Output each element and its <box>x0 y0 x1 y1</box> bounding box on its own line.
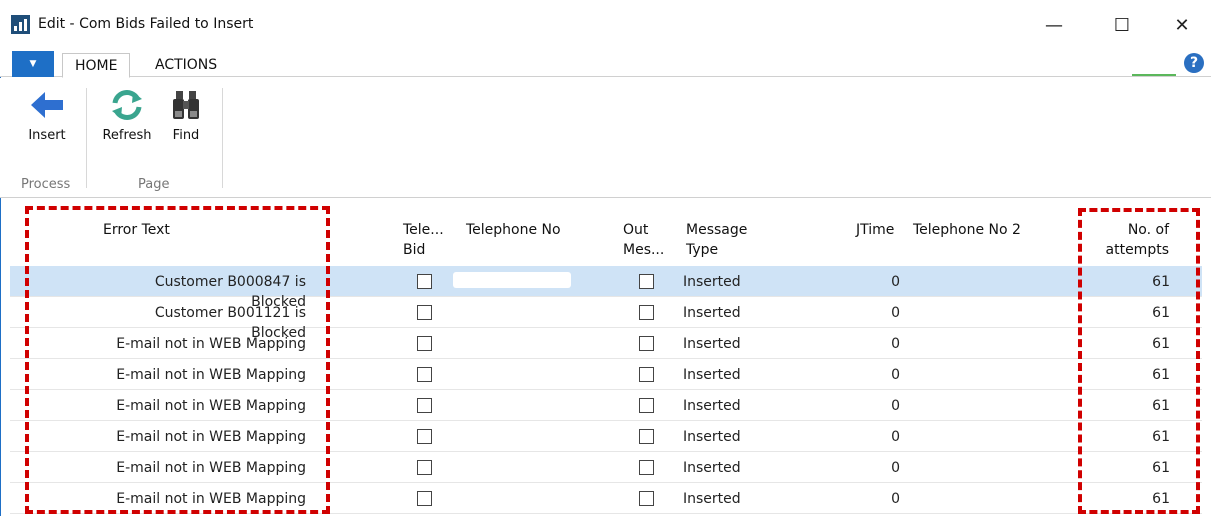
tele-bid-checkbox[interactable] <box>417 336 432 351</box>
out-mes-checkbox[interactable] <box>639 336 654 351</box>
error-text-cell: E-mail not in WEB Mapping <box>116 336 306 352</box>
tab-strip-decoration <box>1132 74 1176 76</box>
tele-bid-checkbox[interactable] <box>417 367 432 382</box>
find-button[interactable]: Find <box>166 88 206 143</box>
refresh-icon <box>107 88 147 122</box>
message-type-cell: Inserted <box>683 305 741 321</box>
find-label: Find <box>172 128 200 143</box>
header-telephone-no-2[interactable]: Telephone No 2 <box>913 220 1021 240</box>
jtime-cell: 0 <box>891 367 900 383</box>
app-icon <box>11 15 30 34</box>
tele-bid-checkbox[interactable] <box>417 429 432 444</box>
ribbon-group-separator <box>222 88 223 188</box>
table-row[interactable]: Customer B001121 is Blocked Inserted 0 6… <box>10 297 1202 341</box>
attempts-cell: 61 <box>1152 336 1170 352</box>
jtime-cell: 0 <box>891 429 900 445</box>
out-mes-checkbox[interactable] <box>639 429 654 444</box>
table-row[interactable]: E-mail not in WEB Mapping Inserted 0 61 <box>10 359 1202 390</box>
jtime-cell: 0 <box>891 336 900 352</box>
group-label-process: Process <box>21 177 71 192</box>
title-bar: Edit - Com Bids Failed to Insert — ☐ ✕ <box>0 0 1211 50</box>
close-button[interactable]: ✕ <box>1160 10 1204 40</box>
error-text-cell: E-mail not in WEB Mapping <box>116 460 306 476</box>
jtime-cell: 0 <box>891 491 900 507</box>
records-grid: Error Text Tele... Bid Telephone No Out … <box>10 212 1202 514</box>
table-row[interactable]: E-mail not in WEB Mapping Inserted 0 61 <box>10 390 1202 421</box>
message-type-cell: Inserted <box>683 460 741 476</box>
table-row[interactable]: E-mail not in WEB Mapping Inserted 0 61 <box>10 421 1202 452</box>
table-row[interactable]: Customer B000847 is Blocked Inserted 0 6… <box>10 266 1202 310</box>
help-icon[interactable]: ? <box>1184 53 1204 73</box>
refresh-label: Refresh <box>102 128 152 143</box>
tele-bid-checkbox[interactable] <box>417 398 432 413</box>
insert-label: Insert <box>28 128 66 143</box>
table-row[interactable]: E-mail not in WEB Mapping Inserted 0 61 <box>10 452 1202 483</box>
ribbon-group-separator <box>86 88 87 188</box>
insert-button[interactable]: Insert <box>22 88 72 143</box>
tab-actions[interactable]: ACTIONS <box>143 53 229 78</box>
tele-bid-checkbox[interactable] <box>417 460 432 475</box>
message-type-cell: Inserted <box>683 336 741 352</box>
attempts-cell: 61 <box>1152 367 1170 383</box>
table-row[interactable]: E-mail not in WEB Mapping Inserted 0 61 <box>10 483 1202 514</box>
refresh-button[interactable]: Refresh <box>96 88 158 143</box>
jtime-cell: 0 <box>891 305 900 321</box>
ribbon: Insert Refresh Find Process Page <box>0 78 1211 198</box>
header-out-mes[interactable]: Out Mes... <box>623 220 664 260</box>
message-type-cell: Inserted <box>683 367 741 383</box>
header-tele-bid[interactable]: Tele... Bid <box>403 220 444 260</box>
vertical-scrollbar[interactable] <box>1202 212 1211 516</box>
out-mes-checkbox[interactable] <box>639 460 654 475</box>
error-text-cell: E-mail not in WEB Mapping <box>116 429 306 445</box>
jtime-cell: 0 <box>891 274 900 290</box>
attempts-cell: 61 <box>1152 429 1170 445</box>
tele-bid-checkbox[interactable] <box>417 274 432 289</box>
header-error-text[interactable]: Error Text <box>103 220 170 240</box>
binoculars-icon <box>166 88 206 122</box>
group-label-page: Page <box>138 177 170 192</box>
attempts-cell: 61 <box>1152 398 1170 414</box>
grid-header: Error Text Tele... Bid Telephone No Out … <box>10 212 1202 266</box>
window-title: Edit - Com Bids Failed to Insert <box>38 16 254 32</box>
tele-bid-checkbox[interactable] <box>417 491 432 506</box>
header-message-type[interactable]: Message Type <box>686 220 754 260</box>
out-mes-checkbox[interactable] <box>639 367 654 382</box>
minimize-button[interactable]: — <box>1032 10 1076 40</box>
out-mes-checkbox[interactable] <box>639 274 654 289</box>
out-mes-checkbox[interactable] <box>639 305 654 320</box>
message-type-cell: Inserted <box>683 274 741 290</box>
tele-bid-checkbox[interactable] <box>417 305 432 320</box>
attempts-cell: 61 <box>1152 491 1170 507</box>
error-text-cell: E-mail not in WEB Mapping <box>116 398 306 414</box>
header-telephone-no[interactable]: Telephone No <box>466 220 561 240</box>
out-mes-checkbox[interactable] <box>639 398 654 413</box>
header-no-of-attempts[interactable]: No. of attempts <box>1103 220 1169 260</box>
menu-dropdown-icon[interactable]: ▼ <box>12 51 54 77</box>
back-arrow-icon <box>27 88 67 122</box>
table-row[interactable]: E-mail not in WEB Mapping Inserted 0 61 <box>10 328 1202 359</box>
error-text-cell: E-mail not in WEB Mapping <box>116 367 306 383</box>
attempts-cell: 61 <box>1152 305 1170 321</box>
message-type-cell: Inserted <box>683 429 741 445</box>
maximize-button[interactable]: ☐ <box>1100 10 1144 40</box>
attempts-cell: 61 <box>1152 274 1170 290</box>
header-jtime[interactable]: JTime <box>856 220 894 240</box>
out-mes-checkbox[interactable] <box>639 491 654 506</box>
jtime-cell: 0 <box>891 398 900 414</box>
ribbon-tab-strip: ▼ HOME ACTIONS ? <box>0 50 1211 78</box>
jtime-cell: 0 <box>891 460 900 476</box>
message-type-cell: Inserted <box>683 491 741 507</box>
tab-home[interactable]: HOME <box>62 53 131 78</box>
error-text-cell: E-mail not in WEB Mapping <box>116 491 306 507</box>
message-type-cell: Inserted <box>683 398 741 414</box>
attempts-cell: 61 <box>1152 460 1170 476</box>
redacted-telephone <box>453 272 571 288</box>
